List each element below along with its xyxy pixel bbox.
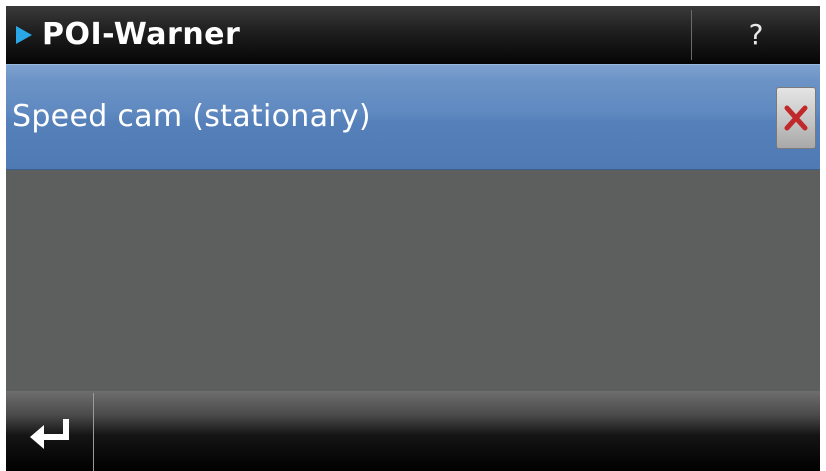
close-icon [784,105,808,131]
back-button[interactable] [6,391,92,471]
delete-button[interactable] [776,87,816,149]
poi-warner-screen: POI-Warner ? Speed cam (stationary) [0,0,826,471]
page-title: POI-Warner [42,17,241,52]
list-item[interactable]: Speed cam (stationary) [6,64,820,170]
play-arrow-icon [16,26,32,44]
footer-divider [93,393,94,471]
help-button[interactable]: ? [692,6,820,64]
title-bar: POI-Warner ? [6,6,820,64]
bottom-bar [6,391,820,471]
poi-list: Speed cam (stationary) [6,64,820,391]
return-arrow-icon [30,419,69,449]
list-item-label: Speed cam (stationary) [12,99,371,134]
